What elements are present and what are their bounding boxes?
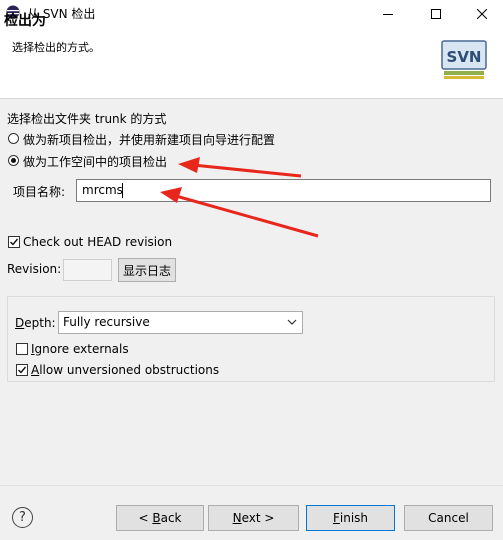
arrow-annotation-2	[160, 187, 319, 238]
back-button[interactable]: < Back	[116, 505, 204, 531]
annotation-arrows	[160, 157, 319, 238]
button-bar-separator	[0, 485, 503, 486]
finish-button[interactable]: Finish	[306, 505, 395, 531]
arrow-annotation-1	[178, 157, 302, 178]
next-button[interactable]: Next >	[208, 505, 299, 531]
help-icon[interactable]: ?	[12, 507, 33, 528]
cancel-button[interactable]: Cancel	[404, 505, 493, 531]
